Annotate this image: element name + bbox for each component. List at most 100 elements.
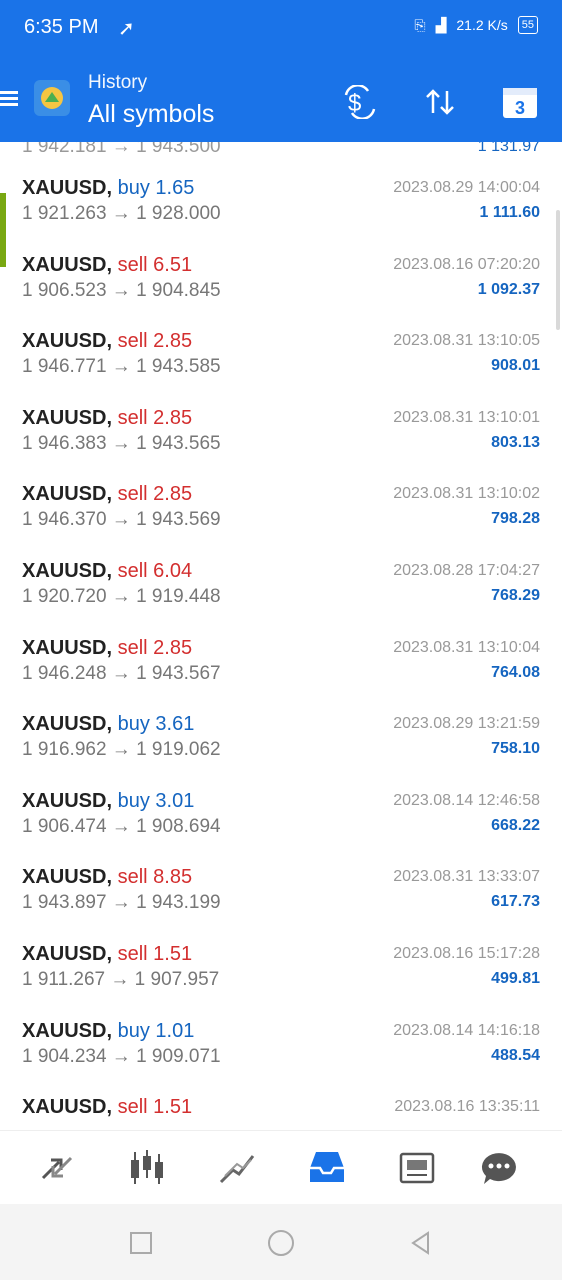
trade-profit: 1 131.97 xyxy=(477,142,540,155)
trade-time: 2023.08.14 14:16:18 xyxy=(393,1021,540,1039)
trade-side: sell xyxy=(117,406,148,429)
list-item[interactable]: XAUUSD, buy 1.01 1 904.234 → 1 909.071 202… xyxy=(0,1010,562,1087)
scrollbar[interactable] xyxy=(556,210,560,330)
trade-prices: 1 946.771 → 1 943.585 xyxy=(22,356,221,378)
trade-symbol: XAUUSD, buy 3.61 xyxy=(22,713,195,736)
list-item[interactable]: XAUUSD, sell 8.85 1 943.897 → 1 943.199 20… xyxy=(0,856,562,933)
trade-volume: 1.65 xyxy=(155,177,195,199)
list-item[interactable]: XAUUSD, buy 3.61 1 916.962 → 1 919.062 202… xyxy=(0,703,562,780)
trade-symbol: XAUUSD, sell 2.85 xyxy=(22,406,193,429)
trade-volume: 1.01 xyxy=(155,1019,195,1042)
list-item[interactable]: XAUUSD, sell 6.04 1 920.720 → 1 919.448 20… xyxy=(0,550,562,627)
trade-prices: 1 904.234 → 1 909.071 xyxy=(22,1045,221,1067)
trade-time: 2023.08.31 13:10:04 xyxy=(393,638,540,656)
speed-label: 21.2 K/s xyxy=(456,17,508,33)
trade-prices: 1 942.181 → 1 943.500 xyxy=(22,142,221,157)
chart-icon[interactable] xyxy=(124,1145,170,1191)
calendar-icon[interactable]: 3 xyxy=(500,82,540,122)
trade-profit: 499.81 xyxy=(491,969,540,987)
trade-side: sell xyxy=(117,942,148,965)
list-item[interactable]: XAUUSD, sell 1.51 1 911.267 → 1 907.957 20… xyxy=(0,933,562,1010)
trade-profit: 488.54 xyxy=(491,1046,540,1064)
trade-side: sell xyxy=(117,253,148,276)
trade-profit: 803.13 xyxy=(491,433,540,451)
list-item[interactable]: XAUUSD, buy 3.01 1 906.474 → 1 908.694 202… xyxy=(0,780,562,857)
trade-prices: 1 921.263 → 1 928.000 xyxy=(22,203,221,224)
quotes-icon[interactable] xyxy=(34,1145,80,1191)
trade-volume: 2.85 xyxy=(153,406,193,429)
trade-symbol: XAUUSD, buy 1.65 xyxy=(22,177,195,199)
trade-time: 2023.08.14 12:46:58 xyxy=(393,791,540,809)
trade-prices: 1 906.474 → 1 908.694 xyxy=(22,815,221,837)
trade-side: sell xyxy=(117,866,148,889)
trade-prices: 1 946.370 → 1 943.569 xyxy=(22,509,221,531)
app-bar: History All symbols $ 3 xyxy=(0,58,562,142)
trade-profit: 768.29 xyxy=(491,586,540,604)
trade-side: sell xyxy=(117,1096,148,1119)
trade-prices: 1 911.267 → 1 907.957 xyxy=(22,968,220,990)
trade-profit: 617.73 xyxy=(491,893,540,911)
trade-time: 2023.08.29 14:00:04 xyxy=(393,179,540,196)
trade-volume: 8.85 xyxy=(153,866,193,889)
trade-side: sell xyxy=(117,330,148,353)
trade-symbol: XAUUSD, buy 3.01 xyxy=(22,789,195,812)
trade-time: 2023.08.16 15:17:28 xyxy=(393,944,540,962)
trade-volume: 2.85 xyxy=(153,483,193,506)
trade-symbol: XAUUSD, sell 6.04 xyxy=(22,559,193,582)
status-bar: 6:35 PM ➚ ⎘ ▟ 21.2 K/s 55 xyxy=(0,0,562,58)
trade-side: buy xyxy=(117,1019,150,1042)
trade-volume: 6.51 xyxy=(153,253,193,276)
trade-profit: 764.08 xyxy=(491,663,540,681)
recents-icon[interactable] xyxy=(126,1228,156,1258)
trade-profit: 1 111.60 xyxy=(479,204,540,221)
chat-icon[interactable] xyxy=(476,1145,522,1191)
list-item[interactable]: XAUUSD, sell 2.85 1 946.771 → 1 943.585 20… xyxy=(0,320,562,397)
trade-symbol: XAUUSD, sell 2.85 xyxy=(22,330,193,353)
trade-history-list[interactable]: 1 942.181 → 1 943.500 1 131.97 XAUUSD, b… xyxy=(0,142,562,1130)
trade-side: sell xyxy=(117,636,148,659)
app-logo-icon xyxy=(34,80,70,116)
status-right: ⎘ ▟ 21.2 K/s 55 xyxy=(414,16,538,34)
trade-prices: 1 946.248 → 1 943.567 xyxy=(22,662,221,684)
history-icon[interactable] xyxy=(304,1145,350,1191)
sort-icon[interactable] xyxy=(420,82,460,122)
trade-profit: 758.10 xyxy=(491,740,540,758)
trade-volume: 1.51 xyxy=(153,1096,193,1119)
notification-icon: ➚ xyxy=(118,18,135,40)
trade-symbol: XAUUSD, sell 6.51 xyxy=(22,253,193,276)
symbol-filter[interactable]: All symbols xyxy=(88,100,214,129)
list-item[interactable]: XAUUSD, sell 2.85 1 946.248 → 1 943.567 20… xyxy=(0,627,562,704)
calendar-day: 3 xyxy=(515,98,525,118)
trade-prices: 1 943.897 → 1 943.199 xyxy=(22,892,221,914)
trade-time: 2023.08.31 13:10:05 xyxy=(393,332,540,350)
trade-profit: 908.01 xyxy=(491,357,540,375)
list-item[interactable]: XAUUSD, sell 2.85 1 946.383 → 1 943.565 20… xyxy=(0,397,562,474)
news-icon[interactable] xyxy=(394,1145,440,1191)
trade-side: sell xyxy=(117,483,148,506)
menu-icon[interactable] xyxy=(0,88,18,112)
trade-time: 2023.08.16 13:35:11 xyxy=(394,1098,540,1116)
list-item-partial[interactable]: 1 942.181 → 1 943.500 1 131.97 xyxy=(0,142,562,167)
trade-symbol: XAUUSD, sell 2.85 xyxy=(22,483,193,506)
battery-icon: 55 xyxy=(517,16,538,34)
system-nav xyxy=(0,1204,562,1280)
list-item[interactable]: XAUUSD, sell 6.51 1 906.523 → 1 904.845 20… xyxy=(0,244,562,321)
deposit-icon[interactable]: $ xyxy=(340,82,380,122)
trade-symbol: XAUUSD, sell 1.51 xyxy=(22,1096,193,1119)
trade-side: sell xyxy=(117,559,148,582)
bottom-nav xyxy=(0,1130,562,1205)
list-item[interactable]: XAUUSD, sell 2.85 1 946.370 → 1 943.569 20… xyxy=(0,473,562,550)
trade-icon[interactable] xyxy=(214,1145,260,1191)
trade-symbol: XAUUSD, buy 1.01 xyxy=(22,1019,195,1042)
trade-volume: 1.51 xyxy=(153,942,193,965)
cast-icon: ⎘ xyxy=(414,16,426,33)
home-icon[interactable] xyxy=(266,1228,296,1258)
list-item[interactable]: XAUUSD, buy 1.65 1 921.263 → 1 928.000 202… xyxy=(0,167,562,267)
trade-symbol: XAUUSD, sell 8.85 xyxy=(22,866,193,889)
trade-symbol: XAUUSD, sell 2.85 xyxy=(22,636,193,659)
trade-side: buy xyxy=(117,177,150,199)
trade-prices: 1 906.523 → 1 904.845 xyxy=(22,279,221,301)
back-icon[interactable] xyxy=(406,1228,436,1258)
list-item[interactable]: XAUUSD, sell 1.51 2023.08.16 13:35:11 xyxy=(0,1086,562,1130)
trade-volume: 3.01 xyxy=(155,789,195,812)
